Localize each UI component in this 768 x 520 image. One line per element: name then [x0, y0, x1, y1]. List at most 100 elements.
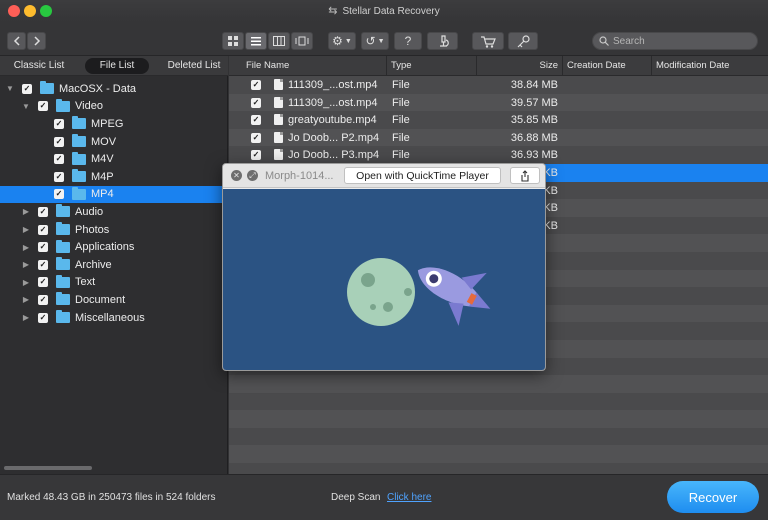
deep-scan-link[interactable]: Click here: [387, 492, 431, 503]
tree-item-label: M4P: [91, 170, 114, 183]
fullscreen-icon[interactable]: ⤢: [247, 170, 258, 181]
search-input[interactable]: [613, 35, 743, 47]
file-icon: [274, 114, 283, 126]
buy-button[interactable]: [472, 32, 504, 50]
tree-checkbox[interactable]: ✓: [38, 206, 48, 217]
column-view-button[interactable]: [268, 32, 290, 50]
list-view-button[interactable]: [245, 32, 267, 50]
tree-checkbox[interactable]: ✓: [38, 312, 48, 323]
disclosure-collapsed-icon[interactable]: ▶: [21, 260, 31, 269]
tree-item[interactable]: ✓ M4V: [0, 150, 228, 168]
file-name-cell: Jo Doob... P3.mp4: [288, 149, 380, 162]
titlebar: ⇆ Stellar Data Recovery: [0, 0, 768, 22]
grid-view-button[interactable]: [222, 32, 244, 50]
column-creation-date[interactable]: Creation Date: [563, 56, 652, 76]
tree-checkbox[interactable]: ✓: [54, 171, 64, 182]
column-modification-date[interactable]: Modification Date: [652, 56, 768, 76]
tree-item[interactable]: ▼ ✓ Video: [0, 98, 228, 116]
settings-button[interactable]: ⚙ ▼: [328, 32, 356, 50]
row-checkbox[interactable]: ✓: [251, 97, 261, 108]
tree-item[interactable]: ▶ ✓ Miscellaneous: [0, 309, 228, 327]
tree-checkbox[interactable]: ✓: [38, 277, 48, 288]
row-checkbox[interactable]: ✓: [251, 80, 261, 90]
tree-item[interactable]: ▼ ✓ MacOSX - Data: [0, 80, 228, 98]
tree-item-label: Document: [75, 293, 126, 306]
tree-checkbox[interactable]: ✓: [38, 242, 48, 253]
folder-icon: [72, 186, 86, 200]
column-file-name[interactable]: File Name: [242, 56, 387, 76]
tree-item[interactable]: ▶ ✓ Text: [0, 274, 228, 292]
file-icon: [274, 131, 283, 143]
tree-item[interactable]: ▶ ✓ Audio: [0, 203, 228, 221]
type-cell: File: [392, 149, 410, 162]
tree-item[interactable]: ▶ ✓ Archive: [0, 256, 228, 274]
history-button[interactable]: ↺ ▼: [361, 32, 389, 50]
search-box[interactable]: [592, 32, 758, 50]
help-button[interactable]: ?: [394, 32, 422, 50]
close-icon[interactable]: ✕: [231, 170, 242, 181]
folder-icon: [56, 257, 70, 271]
table-row[interactable]: ✓ Jo Doob... P2.mp4 File 36.88 MB: [229, 128, 768, 147]
crater-shape: [404, 288, 412, 296]
gear-icon: ⚙: [332, 34, 343, 48]
tree-item[interactable]: ✓ MOV: [0, 133, 228, 151]
tree-checkbox[interactable]: ✓: [38, 224, 48, 235]
activate-button[interactable]: [508, 32, 538, 50]
disclosure-collapsed-icon[interactable]: ▶: [21, 278, 31, 287]
recover-button[interactable]: Recover: [667, 481, 759, 513]
row-checkbox[interactable]: ✓: [251, 132, 261, 143]
open-with-quicktime-button[interactable]: Open with QuickTime Player: [344, 167, 501, 184]
tree-checkbox[interactable]: ✓: [22, 83, 32, 94]
disclosure-expanded-icon[interactable]: ▼: [21, 102, 31, 111]
disclosure-collapsed-icon[interactable]: ▶: [21, 207, 31, 216]
analyze-button[interactable]: [427, 32, 458, 50]
folder-icon: [56, 310, 70, 324]
tree-item[interactable]: ✓ MPEG: [0, 115, 228, 133]
coverflow-view-button[interactable]: [291, 32, 313, 50]
disclosure-collapsed-icon[interactable]: ▶: [21, 313, 31, 322]
tree-item[interactable]: ✓ MP4: [0, 185, 228, 204]
tree-checkbox[interactable]: ✓: [54, 118, 64, 129]
chevron-left-icon: [13, 36, 20, 46]
table-row[interactable]: ✓ Jo Doob... P3.mp4 File 36.93 MB: [229, 146, 768, 164]
disclosure-expanded-icon[interactable]: ▼: [5, 84, 15, 93]
share-button[interactable]: [510, 167, 540, 184]
column-type[interactable]: Type: [387, 56, 477, 76]
app-window: ⇆ Stellar Data Recovery ⚙ ▼ ↺ ▼ ? Search…: [0, 0, 768, 520]
table-row[interactable]: ✓ greatyoutube.mp4 File 35.85 MB: [229, 111, 768, 129]
tree-item[interactable]: ▶ ✓ Applications: [0, 238, 228, 256]
tree-checkbox[interactable]: ✓: [54, 154, 64, 165]
tree-item-label: Audio: [75, 205, 104, 218]
type-cell: File: [392, 96, 410, 109]
chevron-right-icon: [33, 36, 40, 46]
back-button[interactable]: [7, 32, 26, 50]
table-row[interactable]: ✓ 111309_...ost.mp4 File 39.57 MB: [229, 93, 768, 112]
tree-item[interactable]: ✓ M4P: [0, 168, 228, 186]
row-checkbox[interactable]: ✓: [251, 150, 261, 161]
tree-checkbox[interactable]: ✓: [38, 259, 48, 270]
table-row[interactable]: ✓ 111309_...ost.mp4 File 38.84 MB: [229, 76, 768, 94]
disclosure-collapsed-icon[interactable]: ▶: [21, 295, 31, 304]
quicklook-titlebar: ✕ ⤢ Morph-1014... Open with QuickTime Pl…: [223, 164, 545, 188]
folder-tree: ▼ ✓ MacOSX - Data ▼ ✓ Video ✓ MPEG ✓ MOV ✓ M4V ✓ M4P ✓…: [0, 80, 228, 326]
app-logo-icon: ⇆: [328, 5, 338, 17]
tree-item[interactable]: ▶ ✓ Document: [0, 291, 228, 309]
disclosure-collapsed-icon[interactable]: ▶: [21, 225, 31, 234]
tab-classic-list[interactable]: Classic List: [6, 58, 72, 74]
folder-icon: [56, 98, 70, 112]
tree-item[interactable]: ▶ ✓ Photos: [0, 221, 228, 239]
folder-icon: [72, 134, 86, 148]
horizontal-scrollbar[interactable]: [4, 466, 92, 470]
tab-file-list[interactable]: File List: [85, 58, 149, 74]
column-size[interactable]: Size: [477, 56, 563, 76]
forward-button[interactable]: [27, 32, 46, 50]
tab-deleted-list[interactable]: Deleted List: [163, 58, 225, 74]
list-mode-tabs: Classic List File List Deleted List: [0, 56, 228, 76]
tree-checkbox[interactable]: ✓: [54, 189, 64, 200]
tree-checkbox[interactable]: ✓: [38, 294, 48, 305]
disclosure-collapsed-icon[interactable]: ▶: [21, 243, 31, 252]
type-cell: File: [392, 114, 410, 127]
tree-checkbox[interactable]: ✓: [38, 101, 48, 112]
tree-checkbox[interactable]: ✓: [54, 136, 64, 147]
row-checkbox[interactable]: ✓: [251, 115, 261, 126]
